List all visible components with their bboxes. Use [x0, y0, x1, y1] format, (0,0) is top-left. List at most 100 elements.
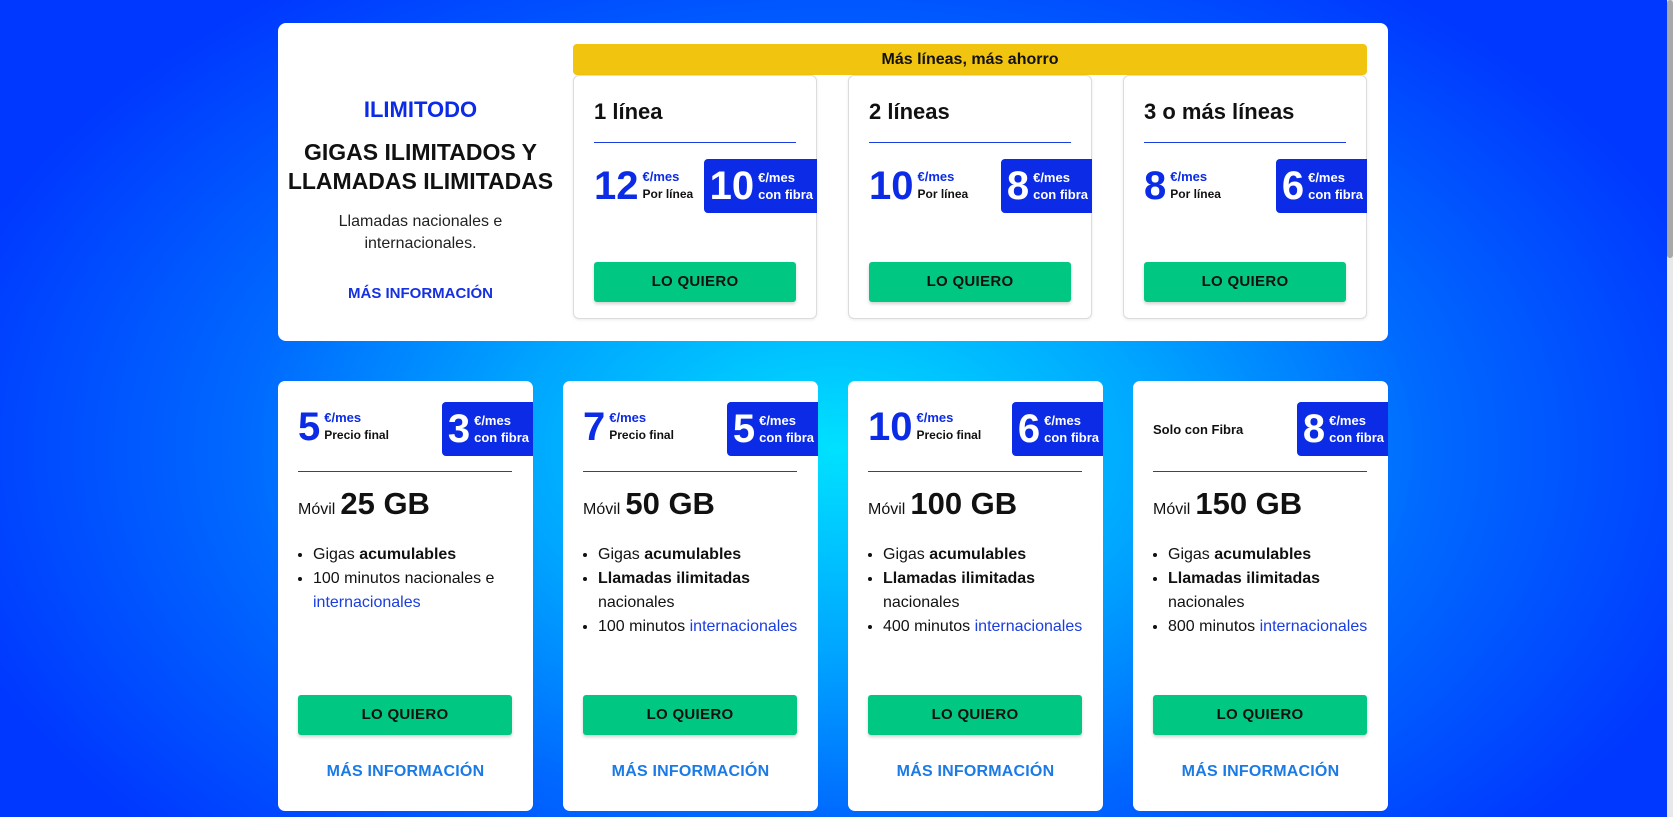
price-unit: €/mes — [917, 169, 955, 184]
fibra-price-label: con fibra — [758, 187, 813, 202]
lo-quiero-button[interactable]: LO QUIERO — [869, 262, 1071, 302]
line-card-title: 2 líneas — [869, 99, 950, 124]
data-prefix: Móvil — [298, 501, 336, 518]
feature-item: 100 minutos nacionales e internacionales — [313, 567, 518, 615]
feature-item: 400 minutos internacionales — [883, 615, 1088, 639]
data-prefix: Móvil — [868, 501, 906, 518]
regular-price: 8 €/mes Por línea — [1144, 164, 1221, 208]
fibra-price-unit: €/mes — [758, 170, 795, 185]
internacionales-link[interactable]: internacionales — [975, 618, 1083, 635]
divider — [868, 471, 1082, 472]
data-amount: 50 GB — [625, 486, 715, 521]
solo-fibra-label: Solo con Fibra — [1153, 422, 1244, 437]
price-amount: 10 — [868, 405, 913, 449]
internacionales-link[interactable]: internacionales — [313, 594, 421, 611]
fibra-price-amount: 6 — [1017, 407, 1041, 451]
fibra-price-label: con fibra — [1308, 187, 1363, 202]
fibra-price-badge: 5 €/mes con fibra — [726, 402, 818, 456]
ilimitodo-intro: ILIMITODO GIGAS ILIMITADOS Y LLAMADAS IL… — [278, 23, 563, 341]
feature-list: Gigas acumulables Llamadas ilimitadas na… — [598, 543, 803, 639]
more-info-link[interactable]: MÁS INFORMACIÓN — [848, 763, 1103, 781]
price-amount: 12 — [594, 164, 639, 208]
regular-price: 10 €/mes Precio final — [868, 405, 981, 449]
scrollbar-thumb[interactable] — [1667, 0, 1673, 258]
divider — [1144, 142, 1346, 143]
feature-item: Llamadas ilimitadas nacionales — [1168, 567, 1373, 615]
divider — [1153, 471, 1367, 472]
fibra-price-amount: 3 — [447, 407, 471, 451]
price-label: Por línea — [1170, 187, 1221, 201]
price-unit: €/mes — [916, 410, 954, 425]
data-prefix: Móvil — [1153, 501, 1191, 518]
data-amount: 150 GB — [1195, 486, 1303, 521]
feature-item: Gigas acumulables — [598, 543, 803, 567]
feature-item: Gigas acumulables — [1168, 543, 1373, 567]
lo-quiero-button[interactable]: LO QUIERO — [583, 695, 797, 735]
data-allowance: Móvil 50 GB — [583, 486, 715, 522]
data-prefix: Móvil — [583, 501, 621, 518]
fibra-price-label: con fibra — [1033, 187, 1088, 202]
feature-list: Gigas acumulables Llamadas ilimitadas na… — [1168, 543, 1373, 639]
fibra-price-amount: 10 — [709, 164, 755, 208]
more-info-link[interactable]: MÁS INFORMACIÓN — [278, 763, 533, 781]
description: Llamadas nacionales e internacionales. — [338, 213, 503, 252]
price-unit: €/mes — [1170, 169, 1208, 184]
data-amount: 100 GB — [910, 486, 1018, 521]
price-label: Por línea — [642, 187, 694, 201]
regular-price: 12 €/mes Por línea — [594, 164, 693, 208]
fibra-price-unit: €/mes — [759, 413, 796, 428]
fibra-price-badge: 8 €/mes con fibra — [1000, 159, 1092, 213]
price-amount: 7 — [583, 405, 606, 449]
plan-card-50gb: 7 €/mes Precio final 5 €/mes con fibra Móv… — [563, 381, 818, 811]
feature-item: Llamadas ilimitadas nacionales — [883, 567, 1088, 615]
feature-list: Gigas acumulables 100 minutos nacionales… — [313, 543, 518, 615]
fibra-price-badge: 3 €/mes con fibra — [441, 402, 533, 456]
price-label: Por línea — [917, 187, 969, 201]
fibra-price-badge: 6 €/mes con fibra — [1011, 402, 1103, 456]
lo-quiero-button[interactable]: LO QUIERO — [298, 695, 512, 735]
savings-ribbon: Más líneas, más ahorro — [573, 44, 1367, 75]
price-amount: 10 — [869, 164, 914, 208]
fibra-price-badge: 10 €/mes con fibra — [703, 159, 817, 213]
plan-card-100gb: 10 €/mes Precio final 6 €/mes con fibra Mó… — [848, 381, 1103, 811]
divider — [594, 142, 796, 143]
more-info-link[interactable]: MÁS INFORMACIÓN — [1133, 763, 1388, 781]
regular-price: 5 €/mes Precio final — [298, 405, 389, 449]
feature-item: Gigas acumulables — [883, 543, 1088, 567]
feature-list: Gigas acumulables Llamadas ilimitadas na… — [883, 543, 1088, 639]
more-info-link[interactable]: MÁS INFORMACIÓN — [563, 763, 818, 781]
plan-card-150gb: Solo con Fibra 8 €/mes con fibra Móvil 150… — [1133, 381, 1388, 811]
fibra-price-label: con fibra — [474, 430, 529, 445]
price-label: Precio final — [916, 428, 982, 442]
feature-item: Llamadas ilimitadas nacionales — [598, 567, 803, 615]
data-allowance: Móvil 100 GB — [868, 486, 1017, 522]
divider — [583, 471, 797, 472]
price-unit: €/mes — [609, 410, 647, 425]
fibra-price-amount: 8 — [1006, 164, 1030, 208]
internacionales-link[interactable]: internacionales — [1260, 618, 1368, 635]
lo-quiero-button[interactable]: LO QUIERO — [594, 262, 796, 302]
line-card-2: 2 líneas 10 €/mes Por línea 8 €/mes con fi… — [848, 75, 1092, 319]
lo-quiero-button[interactable]: LO QUIERO — [1153, 695, 1367, 735]
page-scrollbar[interactable] — [1667, 0, 1673, 817]
feature-item: Gigas acumulables — [313, 543, 518, 567]
fibra-price-amount: 6 — [1281, 164, 1305, 208]
feature-item: 100 minutos internacionales — [598, 615, 803, 639]
fibra-price-label: con fibra — [759, 430, 814, 445]
data-allowance: Móvil 150 GB — [1153, 486, 1302, 522]
price-label: Precio final — [324, 428, 389, 442]
regular-price: 7 €/mes Precio final — [583, 405, 674, 449]
divider — [869, 142, 1071, 143]
price-label: Precio final — [609, 428, 674, 442]
regular-price: 10 €/mes Por línea — [869, 164, 968, 208]
headline: GIGAS ILIMITADOS Y LLAMADAS ILIMITADAS — [287, 139, 554, 194]
internacionales-link[interactable]: internacionales — [690, 618, 798, 635]
lo-quiero-button[interactable]: LO QUIERO — [1144, 262, 1346, 302]
line-card-1: 1 línea 12 €/mes Por línea 10 €/mes con fi… — [573, 75, 817, 319]
brand-title: ILIMITODO — [363, 97, 478, 122]
lo-quiero-button[interactable]: LO QUIERO — [868, 695, 1082, 735]
price-amount: 8 — [1144, 164, 1167, 208]
more-info-link[interactable]: MÁS INFORMACIÓN — [278, 285, 563, 302]
fibra-price-unit: €/mes — [1033, 170, 1070, 185]
feature-item: 800 minutos internacionales — [1168, 615, 1373, 639]
